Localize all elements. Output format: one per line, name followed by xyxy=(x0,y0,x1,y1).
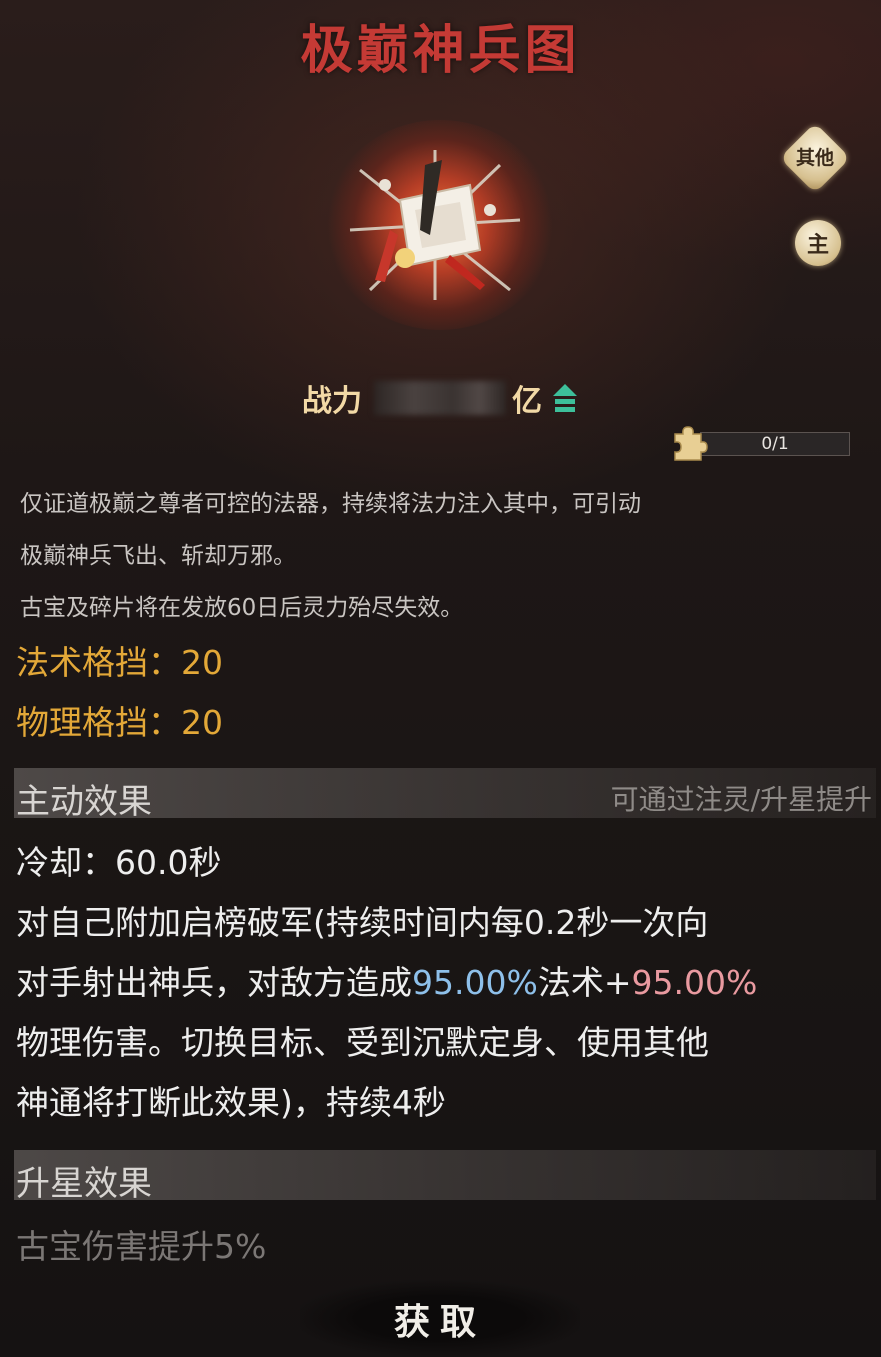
combat-power-value-hidden xyxy=(374,381,506,415)
active-effect-title: 主动效果 xyxy=(16,782,152,822)
physical-damage-percent: 95.00% xyxy=(631,963,758,1002)
star-effect-header: 升星效果 xyxy=(14,1150,876,1204)
active-effect-header: 主动效果 可通过注灵/升星提升 xyxy=(14,768,876,822)
stat-magic-block: 法术格挡：20 xyxy=(16,643,223,682)
active-effect-hint: 可通过注灵/升星提升 xyxy=(610,783,872,816)
star-effect-text: 古宝伤害提升5% xyxy=(16,1227,267,1266)
upgrade-arrow-icon xyxy=(552,382,578,414)
other-button-label: 其他 xyxy=(795,146,835,169)
stat-physical-block: 物理格挡：20 xyxy=(16,703,223,742)
main-button[interactable]: 主 xyxy=(795,220,841,266)
page-title: 极巅神兵图 xyxy=(300,20,581,81)
effect-line-4: 神通将打断此效果)，持续4秒 xyxy=(16,1083,446,1122)
combat-power-unit: 亿 xyxy=(512,384,542,419)
description-line-2: 极巅神兵飞出、斩却万邪。 xyxy=(20,543,296,569)
description-line-3: 古宝及碎片将在发放60日后灵力殆尽失效。 xyxy=(20,595,464,621)
star-effect-title: 升星效果 xyxy=(16,1164,152,1204)
effect-line-1: 对自己附加启榜破军(持续时间内每0.2秒一次向 xyxy=(16,903,709,942)
effect-line-3: 物理伤害。切换目标、受到沉默定身、使用其他 xyxy=(16,1023,709,1062)
fragment-progress-text: 0/1 xyxy=(761,434,789,454)
effect-line-2-c: 法术+ xyxy=(537,963,632,1002)
artifact-image xyxy=(349,150,521,300)
magic-damage-percent: 95.00% xyxy=(412,963,538,1002)
fragment-progress-bar: 0/1 xyxy=(700,432,850,456)
effect-line-2-a: 对手射出神兵，对敌方造成 xyxy=(16,963,412,1002)
combat-power: 战力 亿 xyxy=(302,376,578,420)
get-button[interactable]: 获取 xyxy=(300,1280,580,1357)
effect-line-2: 对手射出神兵，对敌方造成95.00%法术+95.00% xyxy=(16,956,757,1004)
description-line-1: 仅证道极巅之尊者可控的法器，持续将法力注入其中，可引动 xyxy=(20,491,641,517)
puzzle-fragment-icon xyxy=(674,426,708,461)
combat-power-label: 战力 xyxy=(302,384,362,419)
cooldown-text: 冷却：60.0秒 xyxy=(16,843,222,882)
